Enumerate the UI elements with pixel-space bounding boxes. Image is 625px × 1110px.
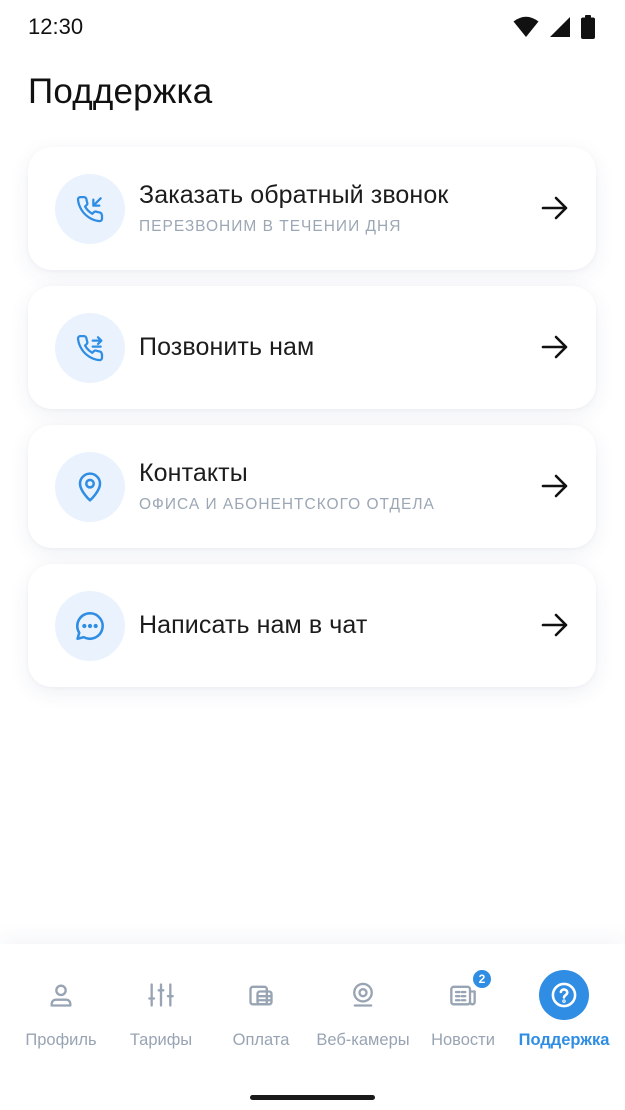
home-indicator	[250, 1095, 375, 1100]
nav-label: Поддержка	[518, 1031, 610, 1049]
arrow-right-icon	[540, 471, 570, 506]
help-icon	[539, 970, 589, 1020]
arrow-right-icon	[540, 610, 570, 645]
nav-label: Новости	[431, 1031, 495, 1049]
nav-label: Веб-камеры	[316, 1031, 410, 1049]
menu-text: Контакты ОФИСА И АБОНЕНТСКОГО ОТДЕЛА	[139, 425, 435, 548]
menu-title: Контакты	[139, 459, 248, 487]
nav-item-webcams[interactable]: Веб-камеры	[310, 944, 416, 1054]
menu-text: Заказать обратный звонок ПЕРЕЗВОНИМ В ТЕ…	[139, 147, 448, 270]
webcam-icon	[338, 970, 388, 1020]
nav-label: Оплата	[232, 1031, 290, 1049]
nav-item-tariffs[interactable]: Тарифы	[109, 944, 213, 1054]
news-badge: 2	[471, 968, 493, 990]
menu-title: Позвонить нам	[139, 333, 315, 361]
nav-item-news[interactable]: 2 Новости	[411, 944, 515, 1054]
bottom-nav: Профиль Тарифы Оплата Веб-камеры 2 Новос…	[0, 944, 625, 1110]
status-bar: 12:30	[0, 0, 625, 56]
nav-label: Профиль	[25, 1031, 97, 1049]
sliders-icon	[136, 970, 186, 1020]
arrow-right-icon	[540, 332, 570, 367]
wallet-icon	[236, 970, 286, 1020]
menu-text: Написать нам в чат	[139, 564, 367, 687]
outgoing-call-icon	[55, 313, 125, 383]
location-pin-icon	[55, 452, 125, 522]
nav-item-profile[interactable]: Профиль	[9, 944, 113, 1054]
request-callback-card[interactable]: Заказать обратный звонок ПЕРЕЗВОНИМ В ТЕ…	[28, 147, 596, 270]
menu-subtitle: ОФИСА И АБОНЕНТСКОГО ОТДЕЛА	[139, 496, 435, 513]
menu-text: Позвонить нам	[139, 286, 314, 409]
user-icon	[36, 970, 86, 1020]
battery-icon	[581, 15, 595, 39]
support-menu: Заказать обратный звонок ПЕРЕЗВОНИМ В ТЕ…	[28, 147, 596, 703]
nav-item-support[interactable]: Поддержка	[511, 944, 617, 1054]
chat-bubble-icon	[55, 591, 125, 661]
menu-title: Написать нам в чат	[139, 611, 368, 639]
menu-subtitle: ПЕРЕЗВОНИМ В ТЕЧЕНИИ ДНЯ	[139, 218, 402, 235]
page-title: Поддержка	[28, 72, 213, 111]
nav-label: Тарифы	[129, 1031, 193, 1049]
contacts-card[interactable]: Контакты ОФИСА И АБОНЕНТСКОГО ОТДЕЛА	[28, 425, 596, 548]
active-indicator	[539, 970, 589, 1020]
write-chat-card[interactable]: Написать нам в чат	[28, 564, 596, 687]
arrow-right-icon	[540, 193, 570, 228]
call-us-card[interactable]: Позвонить нам	[28, 286, 596, 409]
wifi-icon	[513, 16, 539, 38]
nav-item-payment[interactable]: Оплата	[209, 944, 313, 1054]
menu-title: Заказать обратный звонок	[139, 181, 449, 209]
incoming-call-icon	[55, 174, 125, 244]
signal-icon	[549, 16, 571, 38]
status-icons	[513, 15, 595, 39]
status-time: 12:30	[28, 14, 84, 39]
